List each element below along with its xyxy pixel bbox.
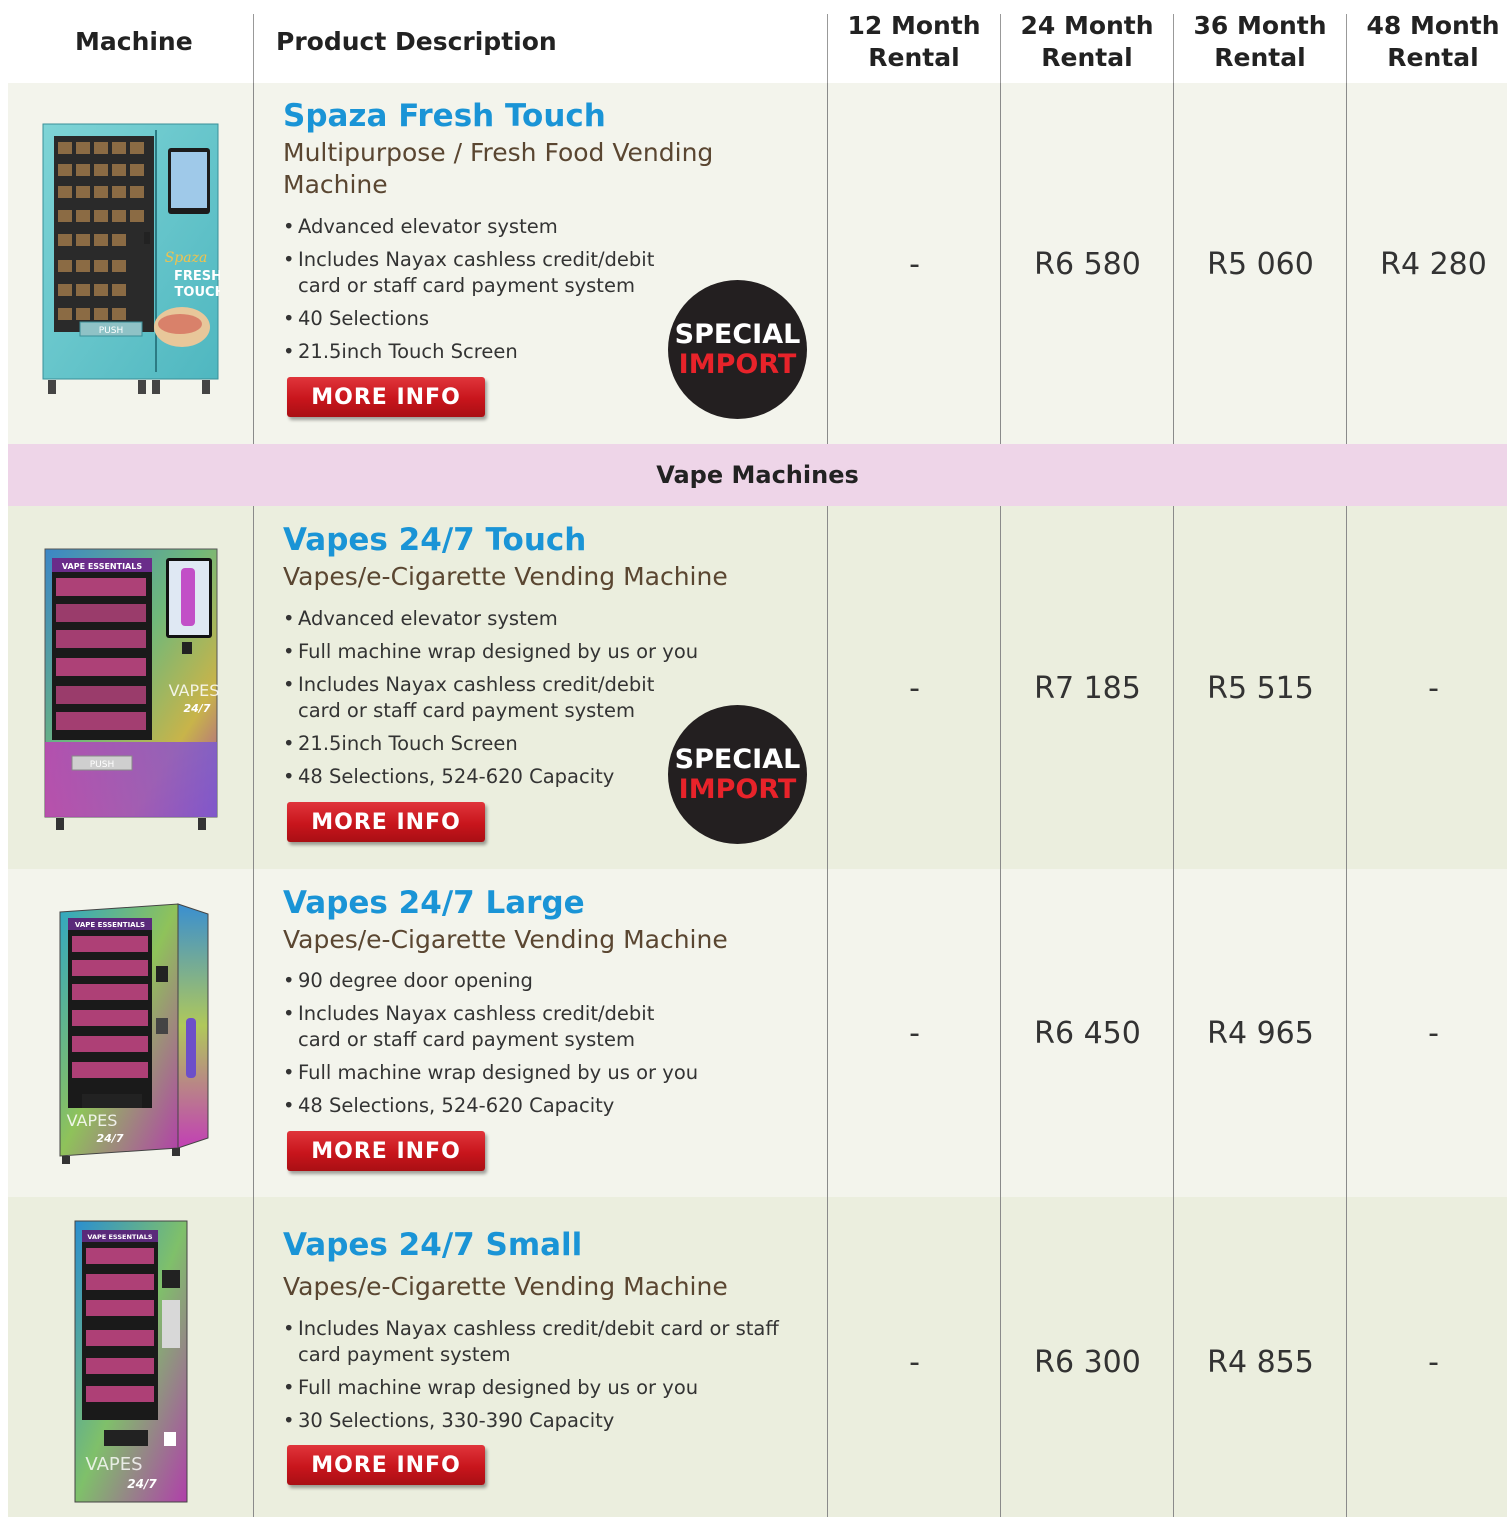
feature-item: Includes Nayax cashless credit/debit car… [283, 672, 683, 724]
feature-item: Includes Nayax cashless credit/debit car… [283, 1316, 803, 1368]
feature-item: 40 Selections [283, 306, 683, 332]
feature-item: 30 Selections, 330-390 Capacity [283, 1408, 803, 1434]
more-info-button[interactable]: MORE INFO [287, 1445, 485, 1485]
price-36-month: R5 515 [1207, 671, 1314, 706]
svg-text:PUSH: PUSH [90, 760, 115, 770]
feature-item: Includes Nayax cashless credit/debit car… [283, 1001, 683, 1053]
header-divider [253, 14, 254, 83]
header-divider [827, 14, 828, 83]
product-subtitle: Vapes/e-Cigarette Vending Machine [283, 562, 728, 591]
svg-text:VAPE ESSENTIALS: VAPE ESSENTIALS [75, 921, 145, 929]
price-12-month: - [909, 671, 920, 706]
price-48-month: - [1428, 1345, 1439, 1380]
product-subtitle: Vapes/e-Cigarette Vending Machine [283, 925, 728, 954]
header-36-month: 36 Month Rental [1193, 10, 1327, 72]
column-divider [253, 83, 254, 444]
feature-item: 48 Selections, 524-620 Capacity [283, 764, 723, 790]
product-title: Vapes 24/7 Large [283, 885, 585, 921]
feature-item: Advanced elevator system [283, 606, 723, 632]
header-24-month: 24 Month Rental [1020, 10, 1154, 72]
svg-text:VAPES: VAPES [67, 1111, 118, 1130]
special-import-badge: SPECIAL IMPORT [668, 280, 807, 419]
feature-item: 21.5inch Touch Screen [283, 339, 683, 365]
feature-item: Full machine wrap designed by us or you [283, 1375, 803, 1401]
badge-line-special: SPECIAL [674, 743, 801, 775]
section-header-vape-machines: Vape Machines [8, 444, 1507, 506]
column-divider [253, 506, 254, 1517]
svg-text:VAPE ESSENTIALS: VAPE ESSENTIALS [87, 1233, 153, 1241]
feature-item: Full machine wrap designed by us or you [283, 1060, 723, 1086]
table-header: Machine Product Description 12 Month Ren… [0, 0, 1507, 83]
badge-line-special: SPECIAL [674, 318, 801, 350]
price-48-month: - [1428, 671, 1439, 706]
badge-line-import: IMPORT [678, 348, 797, 380]
svg-text:PUSH: PUSH [99, 326, 124, 336]
feature-list: Includes Nayax cashless credit/debit car… [283, 1316, 803, 1441]
header-machine: Machine [75, 26, 193, 56]
header-divider [1000, 14, 1001, 83]
header-12-month: 12 Month Rental [847, 10, 981, 72]
price-12-month: - [909, 1345, 920, 1380]
svg-text:24/7: 24/7 [184, 702, 211, 715]
product-title: Spaza Fresh Touch [283, 98, 606, 134]
svg-text:24/7: 24/7 [127, 1477, 157, 1491]
svg-text:VAPES: VAPES [85, 1454, 142, 1475]
vapes-small-machine-image: VAPE ESSENTIALS VAPES 24/7 [74, 1220, 188, 1503]
feature-item: 90 degree door opening [283, 968, 723, 994]
feature-item: 48 Selections, 524-620 Capacity [283, 1093, 723, 1119]
price-36-month: R5 060 [1207, 247, 1314, 282]
feature-list: Advanced elevator system Full machine wr… [283, 606, 723, 797]
price-48-month: - [1428, 1016, 1439, 1051]
feature-list: Advanced elevator system Includes Nayax … [283, 214, 683, 372]
feature-list: 90 degree door opening Includes Nayax ca… [283, 968, 723, 1126]
vapes-touch-machine-image: VAPE ESSENTIALS VAPES 24/7 PUSH [44, 548, 220, 830]
vapes-large-machine-image: VAPE ESSENTIALS VAPES 24/7 [59, 903, 209, 1164]
badge-line-import: IMPORT [678, 773, 797, 805]
product-title: Vapes 24/7 Small [283, 1227, 583, 1263]
svg-text:Spaza: Spaza [165, 250, 208, 266]
price-12-month: - [909, 1016, 920, 1051]
svg-text:VAPES: VAPES [169, 681, 220, 700]
price-12-month: - [909, 247, 920, 282]
header-product-description: Product Description [276, 26, 557, 56]
more-info-button[interactable]: MORE INFO [287, 1131, 485, 1171]
svg-text:24/7: 24/7 [97, 1132, 124, 1145]
svg-text:FRESH: FRESH [174, 269, 220, 284]
product-subtitle: Vapes/e-Cigarette Vending Machine [283, 1272, 728, 1301]
svg-text:TOUCH: TOUCH [175, 285, 220, 300]
price-48-month: R4 280 [1380, 247, 1487, 282]
price-24-month: R6 300 [1034, 1345, 1141, 1380]
spaza-fresh-touch-machine-image: Spaza FRESH TOUCH PUSH [42, 123, 220, 394]
more-info-button[interactable]: MORE INFO [287, 802, 485, 842]
product-title: Vapes 24/7 Touch [283, 522, 587, 558]
feature-item: Includes Nayax cashless credit/debit car… [283, 247, 683, 299]
header-divider [1173, 14, 1174, 83]
price-24-month: R6 580 [1034, 247, 1141, 282]
more-info-button[interactable]: MORE INFO [287, 377, 485, 417]
header-divider [1346, 14, 1347, 83]
price-36-month: R4 855 [1207, 1345, 1314, 1380]
price-24-month: R6 450 [1034, 1016, 1141, 1051]
product-subtitle: Multipurpose / Fresh Food Vending Machin… [283, 138, 714, 199]
price-36-month: R4 965 [1207, 1016, 1314, 1051]
feature-item: 21.5inch Touch Screen [283, 731, 723, 757]
price-24-month: R7 185 [1034, 671, 1141, 706]
svg-text:VAPE ESSENTIALS: VAPE ESSENTIALS [62, 562, 142, 571]
special-import-badge: SPECIAL IMPORT [668, 705, 807, 844]
feature-item: Full machine wrap designed by us or you [283, 639, 723, 665]
header-48-month: 48 Month Rental [1366, 10, 1500, 72]
feature-item: Advanced elevator system [283, 214, 683, 240]
